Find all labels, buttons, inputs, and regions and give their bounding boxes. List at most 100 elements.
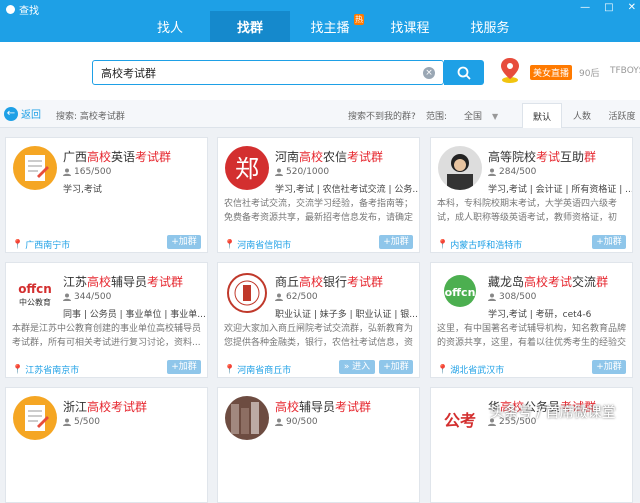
group-tags: 学习,考试 | 考研，cet4-6 [488,310,592,320]
group-card[interactable]: 商丘高校银行考试群 62/500 职业认证 | 妹子多 | 职业认证 | 银... 欢… [217,262,420,378]
live-tag[interactable]: TFBOYS [610,66,640,76]
keyword-highlight: 高校 [299,150,324,164]
search-button[interactable] [444,60,484,85]
name-fragment: 银行 [323,275,348,289]
watermark: 头条号 / 首席微课堂 [490,405,616,421]
keyword-highlight: 高校 [275,400,300,414]
group-name[interactable]: 广西高校英语考试群 [63,148,171,165]
svg-text:offcn: offcn [18,282,52,296]
keyword-highlight: 高校 [87,400,112,414]
group-avatar[interactable]: offcn 中公教育 [13,271,57,315]
pin-icon: 📍 [437,239,449,250]
clear-icon[interactable]: × [423,67,435,79]
group-card[interactable]: offcn 中公教育 江苏高校辅导员考试群 344/500 同事 | 公务员 | 事业单… [5,262,208,378]
maximize-button[interactable]: □ [604,2,613,13]
main-nav: 找人 找群 找主播热 找课程 找服务 [130,11,530,42]
member-count: 90/500 [275,417,318,427]
join-group-button[interactable]: +加群 [167,360,201,374]
group-name[interactable]: 河南高校农信考试群 [275,148,383,165]
search-icon [457,66,471,80]
live-tag[interactable]: 90后 [579,66,599,79]
member-count-text: 62/500 [286,292,318,302]
group-avatar[interactable]: offcn [438,271,482,315]
minimize-button[interactable]: — [580,2,590,13]
group-avatar[interactable]: 公考 [438,396,482,440]
keyword-highlight: 群 [584,150,597,164]
person-icon [488,293,496,301]
member-count-text: 520/1000 [286,167,330,177]
tab-find-services[interactable]: 找服务 [450,11,530,42]
group-description: 本群是江苏中公教育创建的事业单位高校辅导员考试群，所有可相关考试进行复习讨论，资… [12,324,202,348]
member-count: 5/500 [63,417,100,427]
group-name[interactable]: 商丘高校银行考试群 [275,273,383,290]
group-name[interactable]: 浙江高校考试群 [63,398,147,415]
search-crumb: 搜索: 高校考试群 [56,112,125,122]
group-name[interactable]: 高校辅导员考试群 [275,398,371,415]
range-select[interactable]: 全国 ▼ [464,109,498,122]
sort-tab-activity[interactable]: 活跃度 [602,103,640,128]
keyword-highlight: 考试群 [347,150,384,164]
keyword-highlight: 考试群 [135,150,172,164]
group-avatar[interactable]: 郑 [225,146,269,190]
close-button[interactable]: ✕ [628,2,636,13]
back-button[interactable]: ← 返回 [4,106,41,121]
app-icon [6,5,15,14]
member-count: 308/500 [488,292,536,302]
name-fragment: 商丘 [275,275,300,289]
group-avatar[interactable] [438,146,482,190]
window-title: 查找 [6,2,39,17]
member-count-text: 165/500 [74,167,112,177]
group-card[interactable]: offcn 藏龙岛高校考试交流群 308/500 学习,考试 | 考研，cet4-6 这… [430,262,633,378]
person-icon [275,293,283,301]
tab-find-groups[interactable]: 找群 [210,11,290,42]
name-fragment: 辅导员 [299,400,336,414]
group-avatar[interactable] [13,146,57,190]
keyword-highlight: 考试 [548,275,573,289]
group-card[interactable]: 浙江高校考试群 5/500 [5,387,208,503]
search-input[interactable] [101,64,411,82]
group-name[interactable]: 江苏高校辅导员考试群 [63,273,183,290]
keyword-highlight: 考试群 [347,275,384,289]
tab-label: 找服务 [470,21,510,36]
group-card[interactable]: 郑河南高校农信考试群 520/1000 学习,考试 | 农信社考试交流 | 公务..… [217,137,420,253]
group-tags: 学习,考试 [63,185,102,195]
range-label: 范围: [426,112,448,122]
keyword-highlight: 高校 [299,275,324,289]
name-fragment: 英语 [111,150,136,164]
not-found-link[interactable]: 搜索不到我的群? [348,109,416,122]
tab-label: 找群 [236,21,263,36]
group-name[interactable]: 高等院校考试互助群 [488,148,596,165]
name-fragment: 藏龙岛 [488,275,525,289]
location-pin-icon[interactable] [498,56,522,84]
tab-find-people[interactable]: 找人 [130,11,210,42]
join-group-button[interactable]: +加群 [379,360,413,374]
name-fragment: 交流 [572,275,597,289]
tab-find-streamers[interactable]: 找主播热 [290,11,370,42]
group-avatar[interactable] [225,396,269,440]
name-fragment: 辅导员 [111,275,148,289]
search-box: × [92,60,444,85]
live-badge[interactable]: 美女直播 [530,65,573,80]
join-group-button[interactable]: +加群 [379,235,413,249]
tab-find-courses[interactable]: 找课程 [370,11,450,42]
group-avatar[interactable] [225,271,269,315]
location-text: 广西南宁市 [25,241,71,251]
member-count: 62/500 [275,292,318,302]
join-group-button[interactable]: +加群 [592,235,626,249]
group-name[interactable]: 藏龙岛高校考试交流群 [488,273,608,290]
group-card[interactable]: 高等院校考试互助群 284/500 学习,考试 | 会计证 | 所有资格证 | ..… [430,137,633,253]
sort-tab-members[interactable]: 人数 [562,103,602,128]
group-avatar[interactable] [13,396,57,440]
group-card[interactable]: 高校辅导员考试群 90/500 [217,387,420,503]
person-icon [63,293,71,301]
sort-tab-default[interactable]: 默认 [522,103,562,128]
svg-text:公考: 公考 [444,411,476,430]
member-count-text: 5/500 [74,417,100,427]
join-group-button[interactable]: +加群 [167,235,201,249]
group-card[interactable]: 广西高校英语考试群 165/500 学习,考试 📍 广西南宁市 +加群 [5,137,208,253]
join-group-button[interactable]: +加群 [592,360,626,374]
member-count: 165/500 [63,167,111,177]
enter-group-button[interactable]: » 进入 [339,360,375,374]
name-fragment: 浙江 [63,400,88,414]
svg-text:郑: 郑 [235,155,259,183]
